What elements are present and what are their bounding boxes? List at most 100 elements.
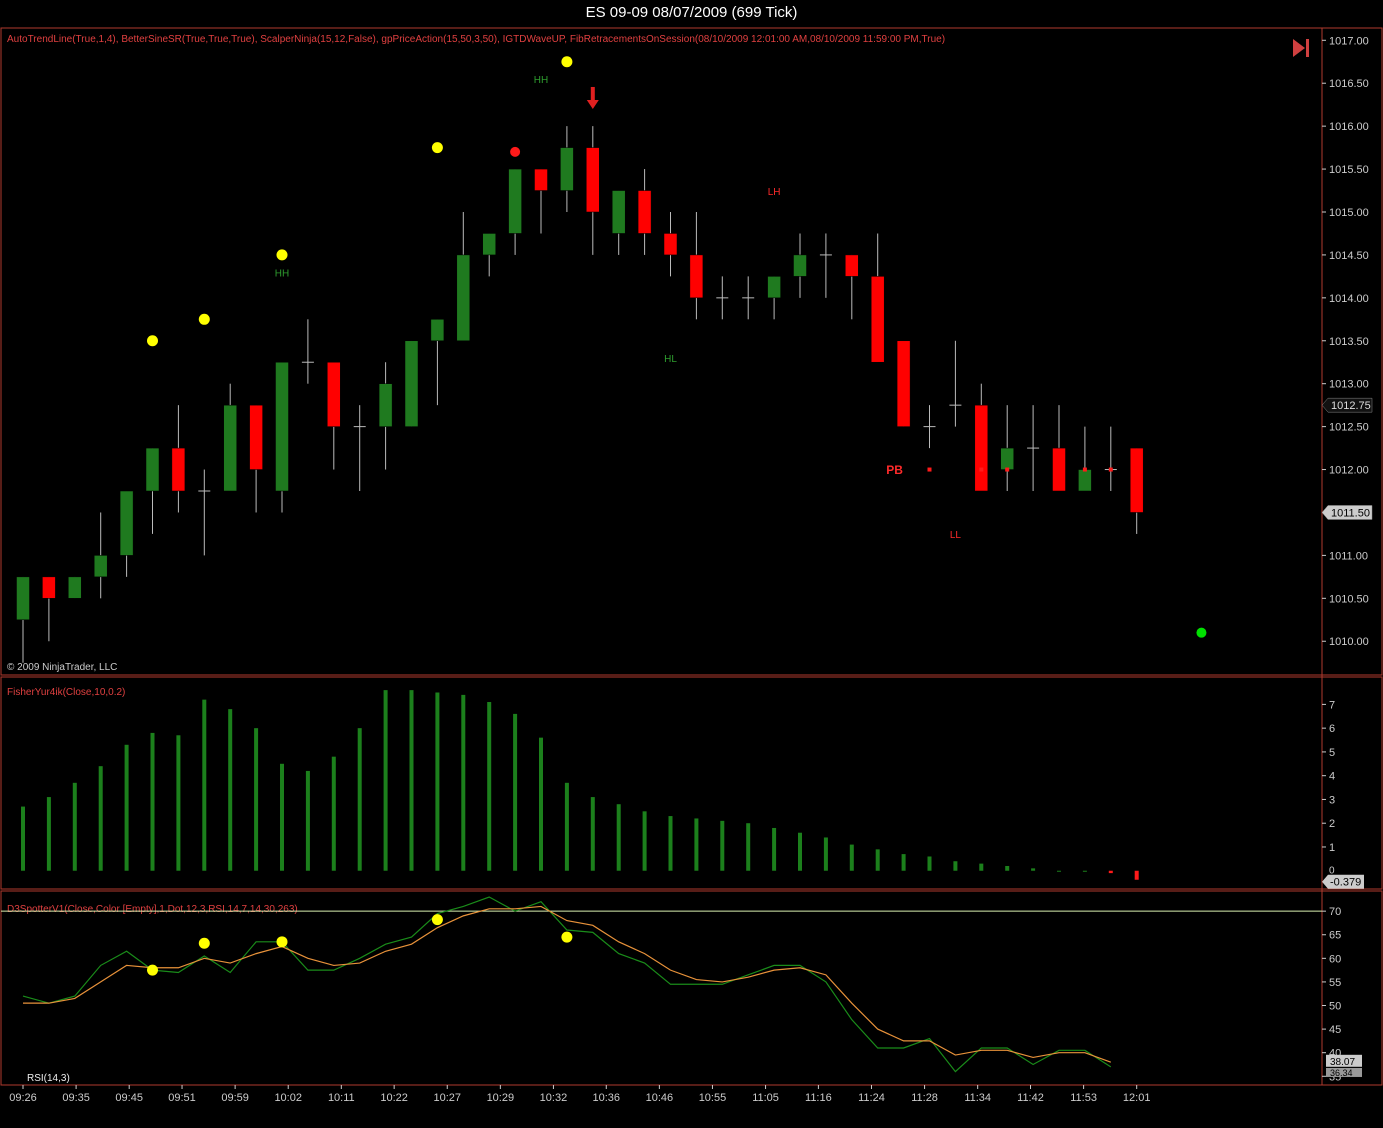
rsi-tick-label: 60	[1329, 953, 1341, 965]
candle[interactable]	[716, 276, 729, 320]
fisher-bar	[875, 849, 880, 871]
candle[interactable]	[896, 340, 911, 427]
price-tick-label: 1010.00	[1329, 636, 1369, 648]
candle[interactable]	[611, 190, 626, 255]
fisher-bar	[150, 732, 155, 871]
fisher-tick-label: 1	[1329, 842, 1335, 854]
candle-body	[689, 254, 704, 299]
fisher-bar	[487, 702, 492, 871]
rsi-tick-label: 45	[1329, 1024, 1341, 1036]
swing-label: HH	[534, 75, 548, 86]
candle[interactable]	[689, 211, 704, 320]
candle[interactable]	[923, 405, 936, 449]
candle[interactable]	[42, 576, 56, 642]
swing-label: LL	[950, 530, 962, 541]
candle-body	[404, 340, 419, 427]
candle[interactable]	[534, 168, 548, 234]
candle[interactable]	[949, 340, 962, 427]
candle[interactable]	[198, 469, 211, 556]
candle-body	[456, 254, 471, 342]
candle[interactable]	[456, 211, 471, 342]
signal-dot-yellow	[147, 335, 158, 347]
candle[interactable]	[1129, 447, 1144, 534]
candle[interactable]	[404, 340, 419, 427]
time-tick-label: 11:28	[911, 1092, 938, 1104]
signal-dot-green	[1196, 627, 1207, 638]
candle[interactable]	[249, 404, 263, 513]
signal-dot-red	[510, 146, 521, 157]
candle-body	[145, 447, 160, 492]
fisher-tick-label: 2	[1329, 818, 1335, 830]
rsi-signal-dot	[147, 964, 158, 976]
rsi-signal-dot	[561, 931, 573, 943]
candle[interactable]	[1027, 405, 1040, 492]
swing-label: HH	[275, 268, 289, 279]
fisher-tick-label: 3	[1329, 794, 1335, 806]
candle[interactable]	[482, 233, 496, 277]
signal-dot-yellow	[198, 313, 210, 325]
down-arrow-icon	[586, 86, 599, 109]
candle[interactable]	[301, 319, 314, 384]
candle[interactable]	[1000, 405, 1014, 492]
jump-to-end-icon[interactable]	[1293, 39, 1309, 57]
candle[interactable]	[663, 211, 678, 277]
candle[interactable]	[586, 126, 600, 255]
time-tick-label: 10:27	[433, 1092, 461, 1104]
candle[interactable]	[870, 233, 885, 363]
candle[interactable]	[171, 405, 186, 513]
candle[interactable]	[793, 233, 807, 298]
candle[interactable]	[16, 576, 30, 663]
candle[interactable]	[637, 169, 652, 255]
fisher-bar	[539, 737, 543, 871]
price-tick-label: 1012.50	[1329, 422, 1369, 434]
fisher-bar	[461, 694, 466, 871]
candle[interactable]	[560, 126, 574, 212]
fisher-bar	[746, 823, 751, 871]
candle[interactable]	[275, 361, 289, 513]
rsi-tick-label: 70	[1329, 906, 1341, 918]
chart-canvas[interactable]: AutoTrendLine(True,1,4), BetterSineSR(Tr…	[0, 0, 1383, 1128]
candle-body	[663, 233, 678, 256]
candle[interactable]	[353, 405, 366, 492]
time-tick-label: 10:36	[593, 1092, 621, 1104]
candle[interactable]	[767, 276, 781, 320]
price-tick-label: 1013.50	[1329, 336, 1369, 348]
candle-body	[482, 233, 496, 256]
fisher-bar	[720, 820, 725, 871]
fisher-bar	[280, 763, 284, 871]
price-tick-label: 1016.00	[1329, 121, 1369, 133]
candle[interactable]	[742, 276, 755, 320]
candle[interactable]	[378, 362, 393, 470]
candle[interactable]	[68, 576, 82, 599]
time-tick-label: 09:59	[221, 1092, 249, 1104]
rsi-value-box-2: 36.34	[1330, 1068, 1353, 1078]
candle[interactable]	[430, 319, 445, 406]
candle[interactable]	[1078, 426, 1092, 492]
copyright-text: © 2009 NinjaTrader, LLC	[7, 662, 117, 673]
candle-body	[974, 404, 989, 492]
price-tick-label: 1010.50	[1329, 593, 1369, 605]
candle-body	[508, 168, 522, 234]
fisher-value-box: -0.379	[1330, 877, 1361, 889]
candle[interactable]	[508, 168, 522, 255]
fisher-bar	[953, 861, 958, 871]
candle[interactable]	[93, 512, 108, 599]
candle[interactable]	[223, 383, 237, 492]
fisher-bar	[642, 811, 647, 871]
candle[interactable]	[819, 233, 832, 298]
candle[interactable]	[119, 490, 134, 577]
marker-square	[1108, 467, 1113, 472]
candle-body	[1000, 447, 1014, 470]
candle[interactable]	[1052, 405, 1066, 492]
candle-body	[611, 190, 626, 234]
time-tick-label: 10:46	[646, 1092, 674, 1104]
fisher-bar	[435, 692, 440, 871]
candle-body	[171, 447, 186, 492]
fisher-bar	[72, 782, 77, 871]
candle[interactable]	[974, 383, 989, 492]
candle[interactable]	[327, 361, 341, 470]
candle[interactable]	[1104, 426, 1117, 492]
candle[interactable]	[145, 447, 160, 534]
candle[interactable]	[845, 254, 859, 320]
price-tick-label: 1017.00	[1329, 35, 1369, 47]
